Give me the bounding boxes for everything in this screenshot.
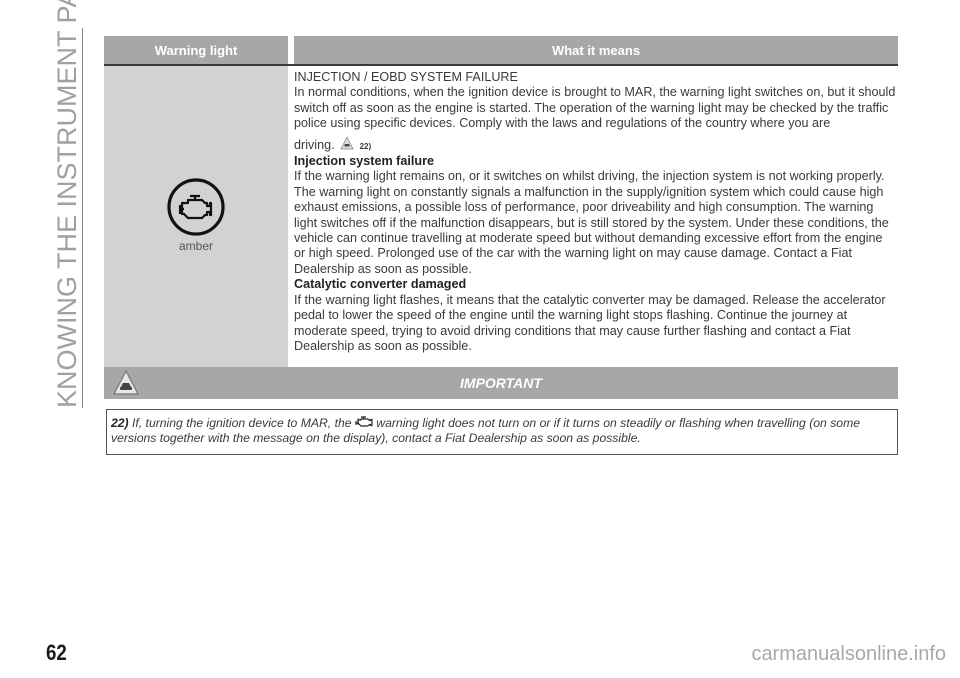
header-what-it-means: What it means	[294, 36, 898, 64]
table-header: Warning light What it means	[104, 36, 898, 66]
warning-title: INJECTION / EOBD SYSTEM FAILURE	[294, 70, 518, 84]
important-note: 22) If, turning the ignition device to M…	[106, 409, 898, 455]
header-warning-light: Warning light	[104, 36, 288, 64]
page-number: 62	[46, 640, 67, 665]
intro-end-text: driving.	[294, 137, 335, 152]
warning-light-cell: amber	[104, 66, 288, 375]
section-body-catalytic: If the warning light flashes, it means t…	[294, 292, 886, 353]
section-heading-injection: Injection system failure	[294, 154, 434, 169]
important-title: IMPORTANT	[460, 375, 542, 391]
warning-intro-end: driving. 22)	[294, 135, 896, 154]
note-text-before: If, turning the ignition device to MAR, …	[132, 416, 352, 430]
meaning-cell: INJECTION / EOBD SYSTEM FAILURE In norma…	[288, 66, 898, 374]
warning-intro: In normal conditions, when the ignition …	[294, 85, 896, 131]
note-number: 22)	[111, 416, 129, 430]
section-heading-catalytic: Catalytic converter damaged	[294, 277, 467, 292]
section-side-title: KNOWING THE INSTRUMENT PANEL	[52, 0, 83, 408]
warning-color-label: amber	[178, 239, 213, 254]
section-body-injection: If the warning light remains on, or it s…	[294, 169, 889, 276]
car-warning-icon	[340, 135, 354, 150]
footnote-ref[interactable]: 22)	[360, 142, 372, 151]
engine-check-icon	[167, 178, 225, 236]
section-title-text: KNOWING THE INSTRUMENT PANEL	[52, 0, 82, 408]
important-banner: IMPORTANT	[104, 367, 898, 399]
watermark: carmanualsonline.info	[751, 643, 946, 665]
table-row: amber INJECTION / EOBD SYSTEM FAILURE In…	[104, 66, 898, 377]
engine-check-icon	[355, 416, 373, 427]
warning-light-table: Warning light What it means amber INJECT…	[104, 36, 898, 377]
